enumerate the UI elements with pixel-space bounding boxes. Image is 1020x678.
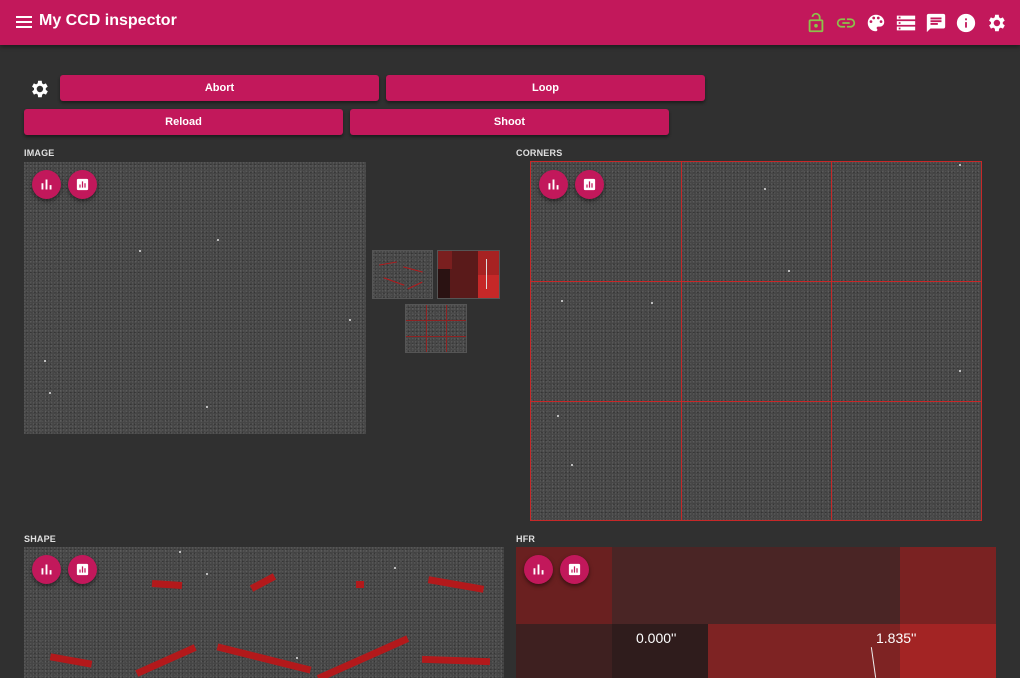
histogram-button[interactable] xyxy=(32,170,61,199)
thumbnail-hfr[interactable] xyxy=(437,250,500,299)
statistics-button[interactable] xyxy=(575,170,604,199)
loop-button[interactable]: Loop xyxy=(386,75,705,101)
histogram-button[interactable] xyxy=(32,555,61,584)
menu-icon[interactable] xyxy=(14,12,34,32)
shape-preview[interactable] xyxy=(24,547,504,678)
shape-vector xyxy=(316,635,410,678)
image-preview[interactable] xyxy=(24,162,366,434)
shape-vector xyxy=(49,653,93,668)
hfr-value: 0.000'' xyxy=(636,630,677,646)
thumbnail-corners[interactable] xyxy=(405,304,467,353)
corners-section-label: CORNERS xyxy=(516,148,563,158)
histogram-button[interactable] xyxy=(539,170,568,199)
shape-vector xyxy=(249,573,277,592)
palette-icon[interactable] xyxy=(865,12,887,34)
shape-vector xyxy=(427,576,485,593)
settings-icon[interactable] xyxy=(28,78,50,100)
link-icon[interactable] xyxy=(835,12,857,34)
feedback-icon[interactable] xyxy=(925,12,947,34)
lock-open-icon[interactable] xyxy=(805,12,827,34)
hfr-preview[interactable]: 0.000'' 1.835'' xyxy=(516,547,996,678)
storage-icon[interactable] xyxy=(895,12,917,34)
hfr-value: 1.835'' xyxy=(876,630,917,646)
shape-vector xyxy=(135,644,197,677)
app-bar: My CCD inspector xyxy=(0,0,1020,45)
info-icon[interactable] xyxy=(955,12,977,34)
image-section-label: IMAGE xyxy=(24,148,55,158)
corners-preview[interactable] xyxy=(530,161,982,521)
app-title: My CCD inspector xyxy=(39,12,177,29)
reload-button[interactable]: Reload xyxy=(24,109,343,135)
shape-vector xyxy=(356,581,364,588)
statistics-button[interactable] xyxy=(68,170,97,199)
statistics-button[interactable] xyxy=(68,555,97,584)
shape-section-label: SHAPE xyxy=(24,534,57,544)
shape-vector xyxy=(151,579,183,590)
abort-button[interactable]: Abort xyxy=(60,75,379,101)
shoot-button[interactable]: Shoot xyxy=(350,109,669,135)
shape-vector xyxy=(421,655,491,666)
hfr-section-label: HFR xyxy=(516,534,536,544)
settings-icon[interactable] xyxy=(985,12,1007,34)
histogram-button[interactable] xyxy=(524,555,553,584)
statistics-button[interactable] xyxy=(560,555,589,584)
thumbnail-shape[interactable] xyxy=(372,250,433,299)
